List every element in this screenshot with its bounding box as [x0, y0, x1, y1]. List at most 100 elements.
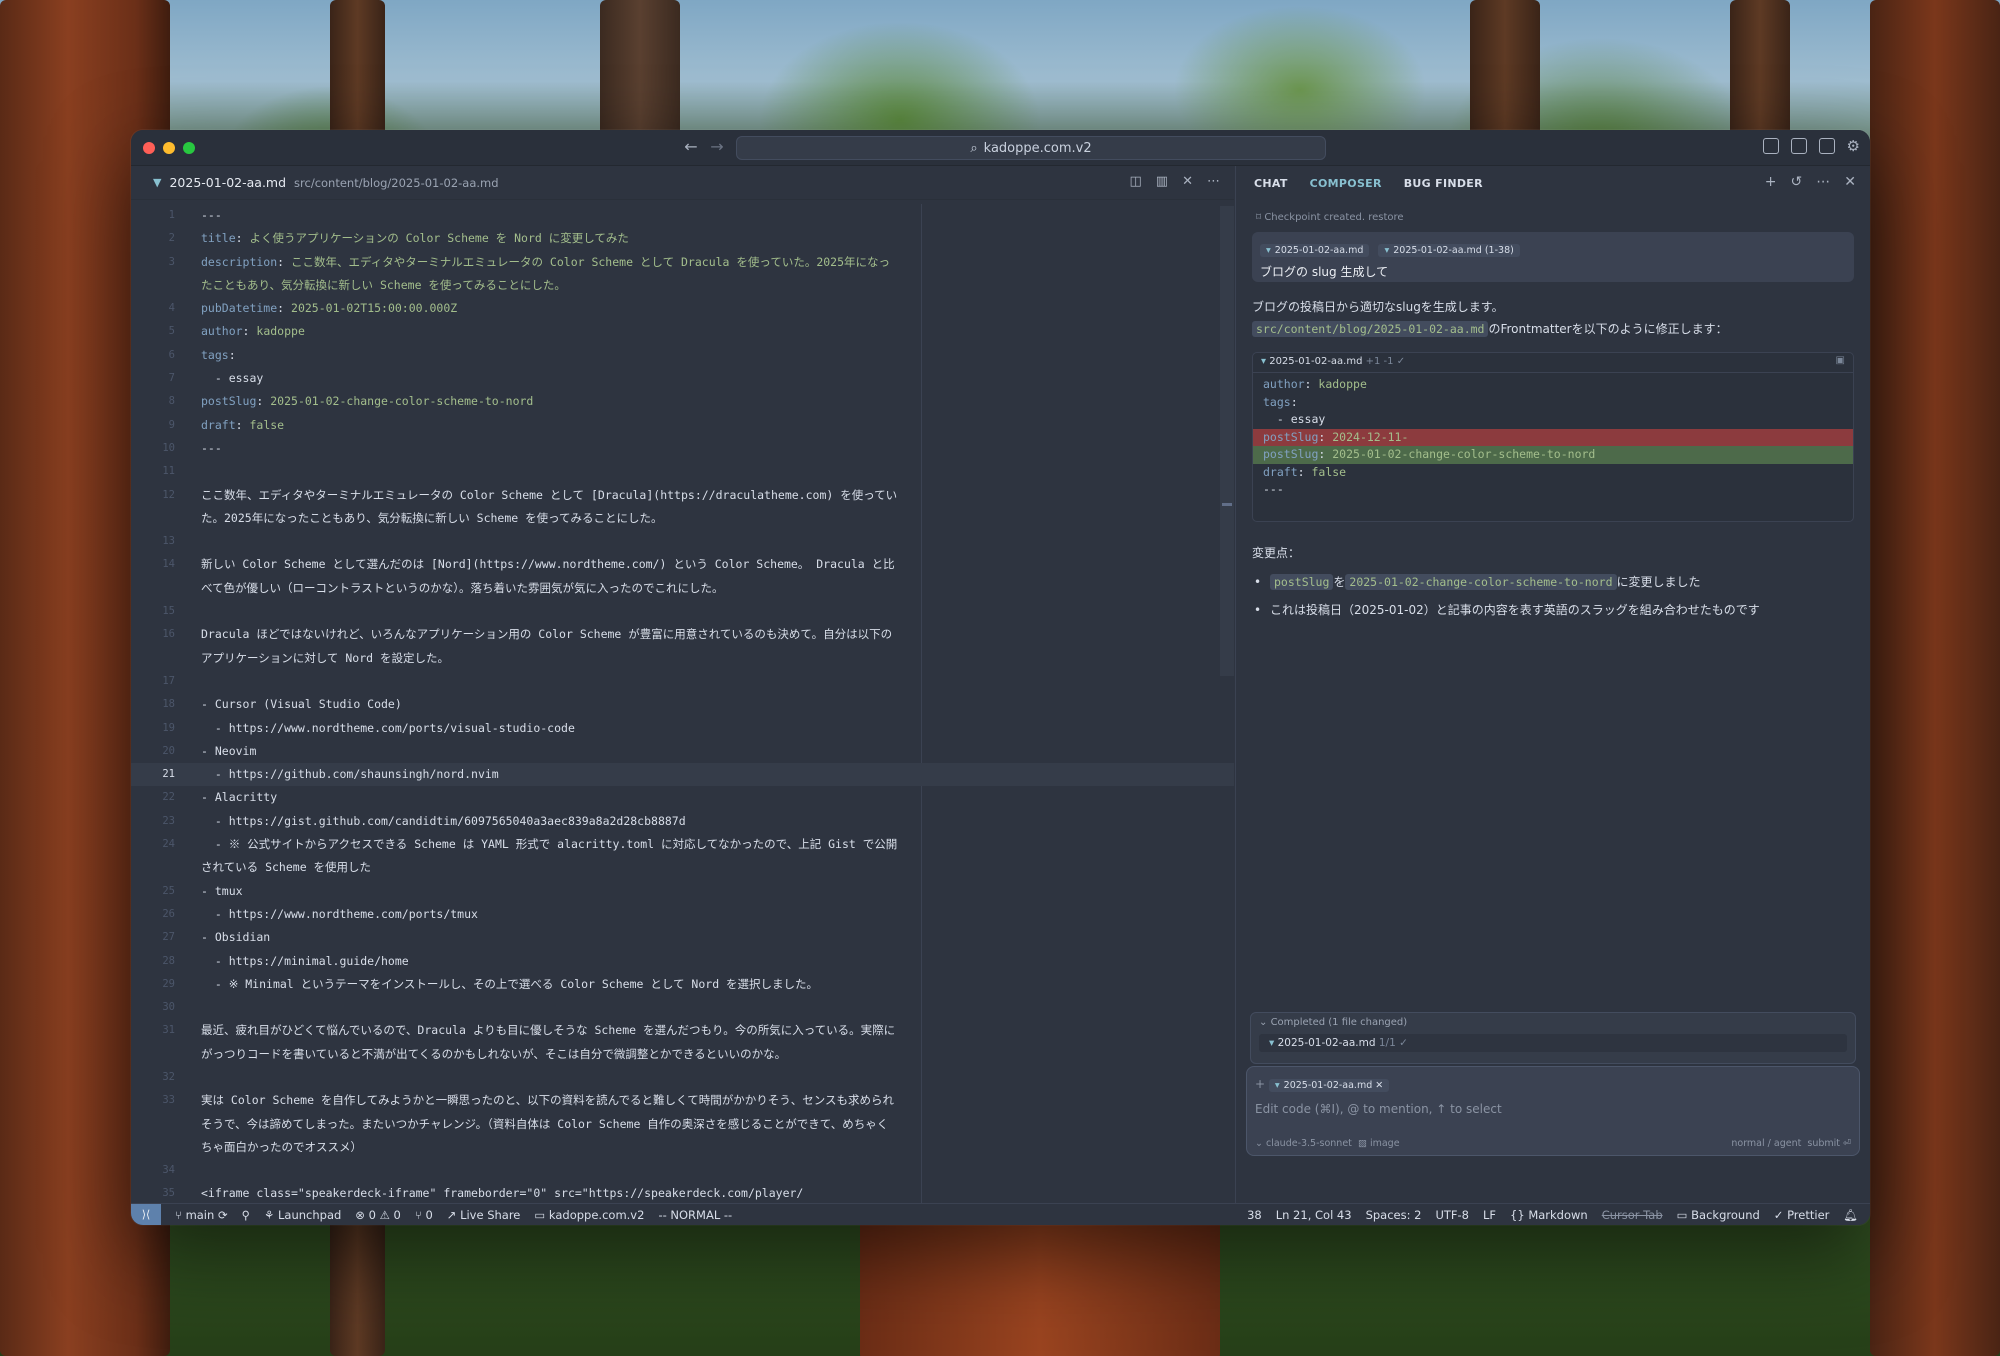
live-share-button[interactable]: ↗ Live Share — [447, 1208, 521, 1222]
context-chip-file[interactable]: ▾ 2025-01-02-aa.md — [1260, 244, 1370, 257]
code-line[interactable]: 17 — [131, 670, 1234, 693]
code-line[interactable]: 7 - essay — [131, 367, 1234, 390]
selection-count[interactable]: 38 — [1247, 1208, 1262, 1222]
zoom-window-button[interactable] — [183, 142, 195, 154]
code-line[interactable]: 30 — [131, 996, 1234, 1019]
code-line[interactable]: た。2025年になったこともあり、気分転換に新しい Scheme を使ってみるこ… — [131, 507, 1234, 530]
problems-indicator[interactable]: ⊗ 0 ⚠ 0 — [355, 1208, 401, 1222]
code-line[interactable]: 22 - Alacritty — [131, 786, 1234, 809]
forward-arrow-icon[interactable]: → — [707, 137, 727, 157]
new-chat-icon[interactable]: + — [1765, 174, 1777, 190]
minimize-window-button[interactable] — [163, 142, 175, 154]
code-line[interactable]: たこともあり、気分転換に新しい Scheme を使ってみることにした。 — [131, 274, 1234, 297]
code-line[interactable]: 6 tags: — [131, 344, 1234, 367]
code-line[interactable]: 20 - Neovim — [131, 740, 1234, 763]
code-line[interactable]: 15 — [131, 600, 1234, 623]
code-line[interactable]: 18 - Cursor (Visual Studio Code) — [131, 693, 1234, 716]
prettier-status[interactable]: ✓ Prettier — [1774, 1208, 1830, 1222]
file-path-code[interactable]: src/content/blog/2025-01-02-aa.md — [1252, 321, 1489, 337]
user-message[interactable]: ▾ 2025-01-02-aa.md ▾ 2025-01-02-aa.md (1-3… — [1252, 232, 1854, 282]
editor-tab[interactable]: ▼ 2025-01-02-aa.md src/content/blog/2025… — [131, 166, 1234, 200]
code-line[interactable]: 19 - https://www.nordtheme.com/ports/vis… — [131, 717, 1234, 740]
git-branch[interactable]: ⑂ main ⟳ — [175, 1208, 228, 1222]
language-mode[interactable]: {} Markdown — [1510, 1208, 1588, 1222]
add-context-icon[interactable]: + — [1255, 1077, 1269, 1091]
submit-button[interactable]: submit ⏎ — [1807, 1138, 1851, 1149]
close-window-button[interactable] — [143, 142, 155, 154]
cursor-tab-toggle[interactable]: Cursor Tab — [1602, 1208, 1663, 1222]
tab-composer[interactable]: COMPOSER — [1310, 177, 1382, 190]
tab-bug-finder[interactable]: BUG FINDER — [1404, 177, 1483, 190]
code-line[interactable]: 25 - tmux — [131, 880, 1234, 903]
code-line[interactable]: 2 title: よく使うアプリケーションの Color Scheme を Nor… — [131, 227, 1234, 250]
code-line[interactable]: 27 - Obsidian — [131, 926, 1234, 949]
encoding[interactable]: UTF-8 — [1435, 1208, 1469, 1222]
code-line[interactable]: 9 draft: false — [131, 414, 1234, 437]
launchpad-icon[interactable]: ⚲ — [242, 1208, 250, 1222]
workspace-indicator[interactable]: ▭ kadoppe.com.v2 — [534, 1208, 644, 1222]
code-line[interactable]: 31 最近、疲れ目がひどくて悩んでいるので、Dracula よりも目に優しそうな … — [131, 1019, 1234, 1042]
launchpad[interactable]: ⚘ Launchpad — [264, 1208, 341, 1222]
context-chip-selection[interactable]: ▾ 2025-01-02-aa.md (1-38) — [1378, 244, 1520, 257]
toggle-panel-icon[interactable] — [1790, 138, 1807, 154]
code-line[interactable]: 5 author: kadoppe — [131, 320, 1234, 343]
background-toggle[interactable]: ▭ Background — [1677, 1208, 1760, 1222]
code-line[interactable]: 1 --- — [131, 204, 1234, 227]
close-panel-icon[interactable]: ✕ — [1844, 174, 1856, 190]
code-line[interactable]: アプリケーションに対して Nord を設定した。 — [131, 647, 1234, 670]
code-line[interactable]: 13 — [131, 530, 1234, 553]
code-line[interactable]: 4 pubDatetime: 2025-01-02T15:00:00.000Z — [131, 297, 1234, 320]
tab-filename: 2025-01-02-aa.md — [169, 175, 287, 190]
code-line[interactable]: 24 - ※ 公式サイトからアクセスできる Scheme は YAML 形式で … — [131, 833, 1234, 856]
open-preview-icon[interactable]: ◫ — [1130, 174, 1142, 189]
changed-file-row[interactable]: ▾ 2025-01-02-aa.md 1/1 ✓ — [1259, 1034, 1847, 1052]
notifications-bell-icon[interactable]: 🔔︎ — [1843, 1208, 1858, 1222]
completed-summary[interactable]: ⌄ Completed (1 file changed) ▾ 2025-01-0… — [1250, 1012, 1856, 1064]
code-line[interactable]: 28 - https://minimal.guide/home — [131, 950, 1234, 973]
history-icon[interactable]: ↺ — [1791, 174, 1803, 190]
mode-toggle[interactable]: normal / agent — [1731, 1138, 1801, 1149]
editor-scrollbar[interactable] — [1220, 206, 1234, 676]
split-editor-icon[interactable]: ▥ — [1156, 174, 1168, 189]
close-tab-icon[interactable]: ✕ — [1182, 174, 1193, 189]
tab-chat[interactable]: CHAT — [1254, 177, 1288, 190]
code-line[interactable]: 14 新しい Color Scheme として選んだのは [Nord](https… — [131, 553, 1234, 576]
code-line[interactable]: 23 - https://gist.github.com/candidtim/6… — [131, 810, 1234, 833]
command-center-search[interactable]: ⌕ kadoppe.com.v2 — [736, 136, 1326, 160]
image-attach-button[interactable]: ▨ image — [1358, 1138, 1400, 1149]
cursor-position[interactable]: Ln 21, Col 43 — [1276, 1208, 1352, 1222]
code-line[interactable]: されている Scheme を使用した — [131, 856, 1234, 879]
composer-input[interactable]: + ▾ 2025-01-02-aa.md ✕ Edit code (⌘I), @ … — [1246, 1066, 1860, 1156]
settings-gear-icon[interactable]: ⚙ — [1847, 138, 1860, 154]
ports-indicator[interactable]: ⑂ 0 — [415, 1208, 433, 1222]
code-line[interactable]: ちゃ面白かったのでオススメ） — [131, 1136, 1234, 1159]
code-line[interactable]: 3 description: ここ数年、エディタやターミナルエミュレータの Col… — [131, 251, 1234, 274]
code-line[interactable]: 11 — [131, 460, 1234, 483]
code-line[interactable]: 10 --- — [131, 437, 1234, 460]
code-line[interactable]: がっつりコードを書いていると不満が出てくるのかもしれないが、そこは自分で微調整と… — [131, 1043, 1234, 1066]
code-line[interactable]: 33 実は Color Scheme を自作してみようかと一瞬思ったのと、以下の資… — [131, 1089, 1234, 1112]
line-ending[interactable]: LF — [1483, 1208, 1496, 1222]
code-line[interactable]: 16 Dracula ほどではないけれど、いろんなアプリケーション用の Color… — [131, 623, 1234, 646]
indentation[interactable]: Spaces: 2 — [1366, 1208, 1422, 1222]
code-line[interactable]: 12 ここ数年、エディタやターミナルエミュレータの Color Scheme とし… — [131, 484, 1234, 507]
code-line[interactable]: 29 - ※ Minimal というテーマをインストールし、その上で選べる Co… — [131, 973, 1234, 996]
copy-icon[interactable]: ▣ — [1836, 355, 1845, 366]
toggle-secondary-sidebar-icon[interactable] — [1818, 138, 1835, 154]
checkpoint-note[interactable]: ⌑ Checkpoint created. restore — [1256, 212, 1404, 223]
code-line[interactable]: 8 postSlug: 2025-01-02-change-color-schem… — [131, 390, 1234, 413]
code-line[interactable]: べて色が優しい（ローコントラストというのかな）。落ち着いた雰囲気が気に入ったので… — [131, 577, 1234, 600]
code-editor[interactable]: 1 --- 2 title: よく使うアプリケーションの Color Scheme を… — [131, 204, 1234, 1203]
code-line[interactable]: 32 — [131, 1066, 1234, 1089]
back-arrow-icon[interactable]: ← — [681, 137, 701, 157]
code-line[interactable]: 21 - https://github.com/shaunsingh/nord.… — [131, 763, 1234, 787]
context-chip-file[interactable]: ▾ 2025-01-02-aa.md ✕ — [1268, 1079, 1390, 1092]
toggle-primary-sidebar-icon[interactable] — [1762, 138, 1779, 154]
more-icon[interactable]: ⋯ — [1816, 174, 1830, 190]
model-selector[interactable]: ⌄ claude-3.5-sonnet — [1255, 1138, 1352, 1149]
code-line[interactable]: そうで、今は諦めてしまった。またいつかチャレンジ。（資料自体は Color Sc… — [131, 1113, 1234, 1136]
remote-indicator-icon[interactable]: ⟩⟨ — [131, 1203, 161, 1225]
code-line[interactable]: 34 — [131, 1159, 1234, 1182]
more-actions-icon[interactable]: ⋯ — [1207, 174, 1220, 189]
code-line[interactable]: 26 - https://www.nordtheme.com/ports/tmu… — [131, 903, 1234, 926]
